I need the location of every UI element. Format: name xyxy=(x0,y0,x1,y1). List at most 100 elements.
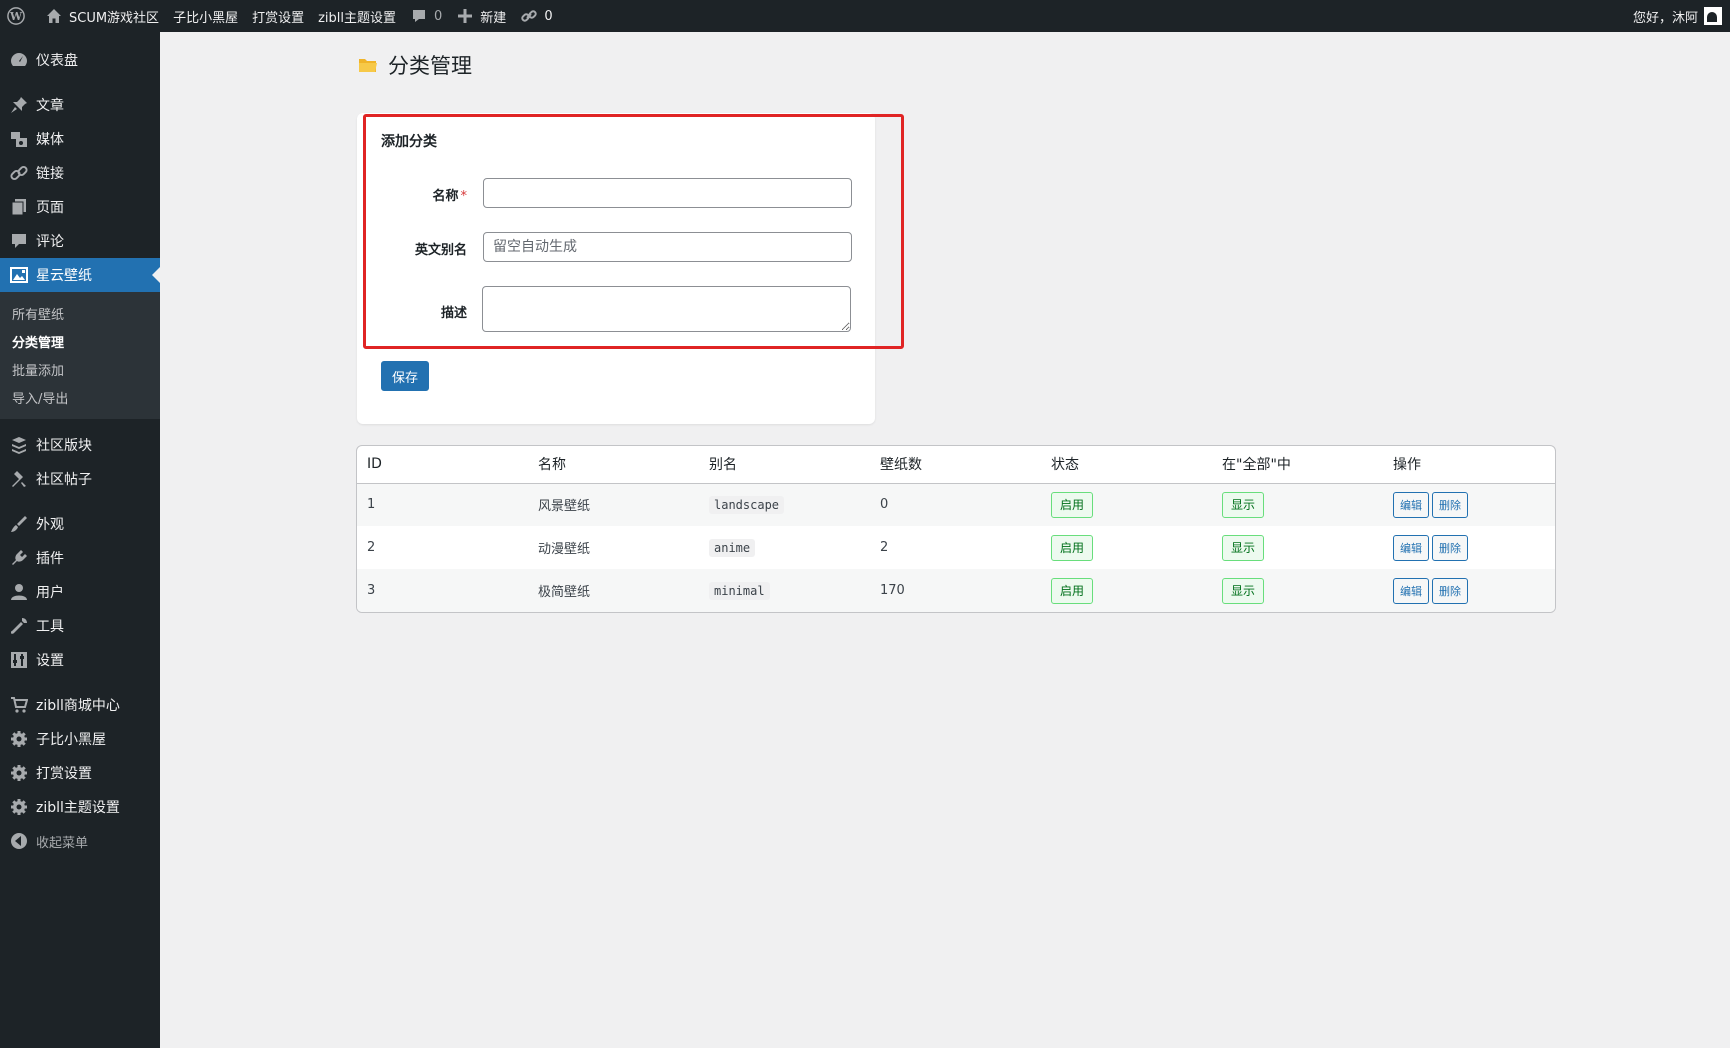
edit-button[interactable]: 编辑 xyxy=(1393,577,1429,604)
sidebar-item-pages[interactable]: 页面 xyxy=(0,190,160,224)
column-header-status: 状态 xyxy=(1041,446,1212,484)
plus-icon xyxy=(456,7,474,25)
adminbar-link-blackroom[interactable]: 子比小黑屋 xyxy=(166,0,245,32)
new-content-button[interactable]: 新建 xyxy=(449,0,513,32)
wordpress-logo-button[interactable]: W xyxy=(0,0,38,32)
save-button[interactable]: 保存 xyxy=(381,361,430,391)
column-header-count: 壁纸数 xyxy=(870,446,1041,484)
sidebar-item-forum[interactable]: 社区版块 xyxy=(0,428,160,462)
required-mark: * xyxy=(460,189,468,204)
collapse-menu-button[interactable]: 收起菜单 xyxy=(0,824,160,858)
slug-label: 英文别名 xyxy=(414,243,467,258)
cell-slug: anime xyxy=(699,526,870,569)
slug-field[interactable] xyxy=(483,232,852,262)
comment-icon xyxy=(9,231,29,251)
sidebar-item-wallpaper[interactable]: 星云壁纸 xyxy=(0,258,160,292)
status-toggle-button[interactable]: 启用 xyxy=(1051,577,1094,604)
status-toggle-button[interactable]: 启用 xyxy=(1051,491,1094,518)
sidebar-item-plugins[interactable]: 插件 xyxy=(0,541,160,575)
page-title-text: 分类管理 xyxy=(388,54,472,78)
sidebar-item-appearance[interactable]: 外观 xyxy=(0,507,160,541)
collapse-icon xyxy=(9,831,29,851)
submenu-item-bulk-add[interactable]: 批量添加 xyxy=(0,355,160,383)
status-toggle-button[interactable]: 启用 xyxy=(1051,534,1094,561)
delete-button[interactable]: 删除 xyxy=(1432,491,1468,518)
submenu-item-import-export[interactable]: 导入/导出 xyxy=(0,383,160,411)
cell-id: 2 xyxy=(357,526,528,569)
add-category-title: 添加分类 xyxy=(381,134,437,150)
sidebar-item-label: 链接 xyxy=(36,166,64,182)
wordpress-logo-icon: W xyxy=(7,7,25,25)
sidebar-item-tools[interactable]: 工具 xyxy=(0,609,160,643)
cell-actions: 编辑 删除 xyxy=(1383,483,1555,526)
adminbar-link-theme[interactable]: zibll主题设置 xyxy=(311,0,403,32)
name-label: 名称 * xyxy=(357,185,467,204)
user-greeting[interactable]: 您好，沐阿 xyxy=(1626,0,1698,32)
show-in-all-toggle-button[interactable]: 显示 xyxy=(1222,577,1265,604)
column-header-id: ID xyxy=(357,446,528,484)
submenu-item-all-wallpapers[interactable]: 所有壁纸 xyxy=(0,299,160,327)
links-count: 0 xyxy=(544,8,553,24)
new-label: 新建 xyxy=(480,10,507,26)
admin-sidebar: 仪表盘 文章 媒体 链接 页面 评论 星云壁纸 所有壁纸 分类管理 批量添加 导… xyxy=(0,32,160,1048)
cell-slug: minimal xyxy=(699,569,870,612)
table-row: 2 动漫壁纸 anime 2 启用 显示 编辑 删除 xyxy=(357,526,1555,569)
cell-actions: 编辑 删除 xyxy=(1383,569,1555,612)
avatar[interactable] xyxy=(1704,7,1722,25)
adminbar-link-reward[interactable]: 打赏设置 xyxy=(245,0,311,32)
show-in-all-toggle-button[interactable]: 显示 xyxy=(1222,534,1265,561)
column-header-actions: 操作 xyxy=(1383,446,1555,484)
edit-button[interactable]: 编辑 xyxy=(1393,491,1429,518)
sidebar-item-label: 插件 xyxy=(36,551,64,567)
sidebar-item-zibll-theme[interactable]: zibll主题设置 xyxy=(0,790,160,824)
site-name-link[interactable]: SCUM游戏社区 xyxy=(38,0,166,32)
column-header-name: 名称 xyxy=(528,446,699,484)
slug-code: minimal xyxy=(709,581,770,600)
forum-icon xyxy=(9,435,29,455)
sidebar-item-settings[interactable]: 设置 xyxy=(0,643,160,677)
sidebar-item-users[interactable]: 用户 xyxy=(0,575,160,609)
sidebar-item-label: 设置 xyxy=(36,653,64,669)
cell-in-all: 显示 xyxy=(1212,526,1383,569)
sidebar-item-dashboard[interactable]: 仪表盘 xyxy=(0,43,160,77)
delete-button[interactable]: 删除 xyxy=(1432,534,1468,561)
comment-bubble-icon xyxy=(410,7,428,25)
folder-icon xyxy=(358,56,378,74)
edit-button[interactable]: 编辑 xyxy=(1393,534,1429,561)
user-icon xyxy=(9,582,29,602)
site-name-label: SCUM游戏社区 xyxy=(69,10,160,26)
delete-button[interactable]: 删除 xyxy=(1432,577,1468,604)
cell-count: 2 xyxy=(870,526,1041,569)
show-in-all-toggle-button[interactable]: 显示 xyxy=(1222,491,1265,518)
submenu-item-category-manage[interactable]: 分类管理 xyxy=(0,327,160,355)
sidebar-item-media[interactable]: 媒体 xyxy=(0,122,160,156)
sidebar-item-label: 文章 xyxy=(36,98,64,114)
sidebar-item-label: 社区帖子 xyxy=(36,472,92,488)
cell-id: 1 xyxy=(357,483,528,526)
sidebar-item-blackroom[interactable]: 子比小黑屋 xyxy=(0,722,160,756)
sidebar-item-comments[interactable]: 评论 xyxy=(0,224,160,258)
description-field[interactable] xyxy=(482,286,851,332)
sidebar-item-zibll-shop[interactable]: zibll商城中心 xyxy=(0,688,160,722)
name-label-text: 名称 xyxy=(432,189,459,204)
hammer-icon xyxy=(9,469,29,489)
links-counter[interactable]: 0 xyxy=(513,0,559,32)
slug-code: landscape xyxy=(709,495,785,514)
comments-link[interactable]: 0 xyxy=(403,0,449,32)
table-row: 1 风景壁纸 landscape 0 启用 显示 编辑 删除 xyxy=(357,483,1555,526)
media-icon xyxy=(9,129,29,149)
sidebar-item-forum-posts[interactable]: 社区帖子 xyxy=(0,462,160,496)
sidebar-item-posts[interactable]: 文章 xyxy=(0,88,160,122)
column-header-slug: 别名 xyxy=(699,446,870,484)
sidebar-item-label: 外观 xyxy=(36,517,64,533)
sidebar-item-reward[interactable]: 打赏设置 xyxy=(0,756,160,790)
sidebar-item-label: 子比小黑屋 xyxy=(36,732,106,748)
cell-status: 启用 xyxy=(1041,483,1212,526)
sidebar-item-links[interactable]: 链接 xyxy=(0,156,160,190)
cell-in-all: 显示 xyxy=(1212,569,1383,612)
cell-id: 3 xyxy=(357,569,528,612)
cart-icon xyxy=(9,695,29,715)
gear-icon xyxy=(9,763,29,783)
name-field[interactable] xyxy=(483,178,852,208)
brush-icon xyxy=(9,514,29,534)
